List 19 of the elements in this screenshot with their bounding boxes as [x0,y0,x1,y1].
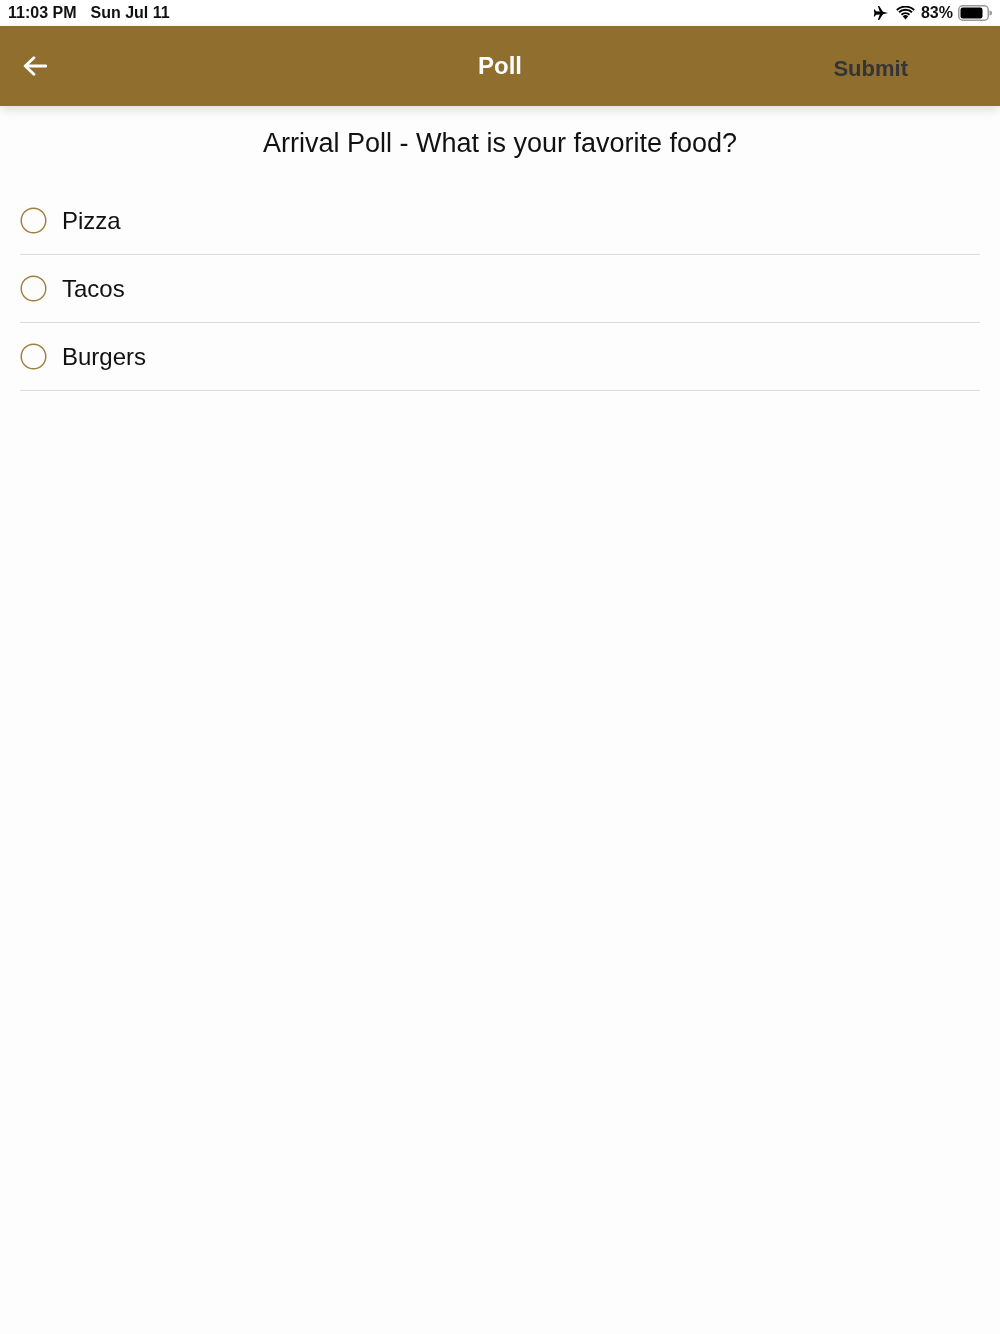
option-label: Burgers [62,342,147,371]
battery-icon [958,5,992,21]
back-arrow-icon [23,56,47,76]
page-title: Poll [478,52,522,80]
wifi-icon [895,6,915,20]
status-time: 11:03 PM [8,4,77,22]
poll-question: Arrival Poll - What is your favorite food? [261,127,739,160]
radio-icon[interactable] [20,275,47,302]
poll-option[interactable]: Pizza [20,187,980,255]
poll-option[interactable]: Burgers [20,323,980,391]
status-date: Sun Jul 11 [90,4,170,22]
option-label: Pizza [62,206,121,235]
airplane-icon [872,5,889,21]
poll-option[interactable]: Tacos [20,255,980,323]
radio-icon[interactable] [20,207,47,234]
back-button[interactable] [23,56,47,76]
battery-percent: 83% [920,4,953,22]
option-label: Tacos [62,274,125,303]
radio-icon[interactable] [20,343,47,370]
